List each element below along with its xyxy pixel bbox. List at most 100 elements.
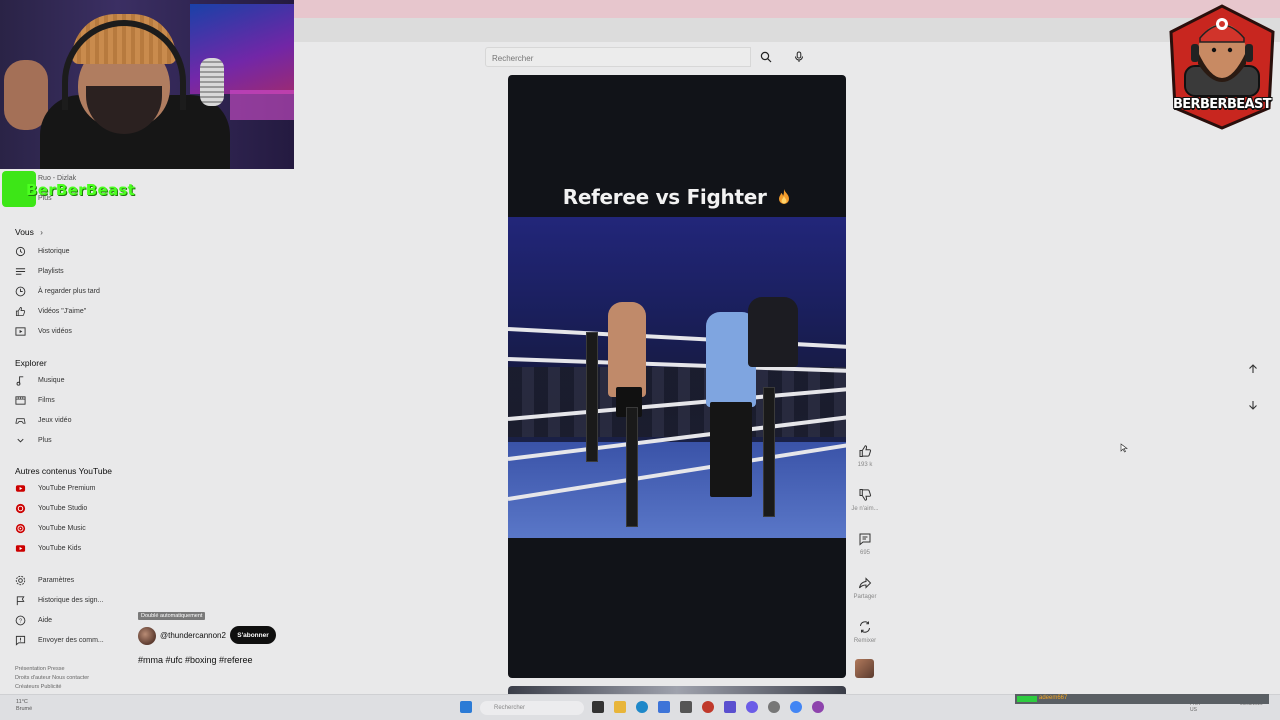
search-icon xyxy=(760,51,772,63)
sidebar-item-gaming[interactable]: Jeux vidéo xyxy=(14,412,134,428)
microphone-icon xyxy=(795,51,803,62)
sidebar-item-youtube-studio[interactable]: YouTube Studio xyxy=(14,500,134,516)
remix-icon xyxy=(860,621,870,633)
video-icon xyxy=(14,325,26,337)
sidebar-item-settings[interactable]: Paramètres xyxy=(14,572,134,588)
flag-icon xyxy=(14,594,26,606)
sidebar-item-history[interactable]: Historique xyxy=(14,243,134,259)
music-icon xyxy=(14,374,26,386)
sidebar-item-youtube-music[interactable]: YouTube Music xyxy=(14,520,134,536)
app-icon[interactable] xyxy=(680,701,692,713)
voice-search-button[interactable] xyxy=(787,47,811,67)
taskbar-search[interactable]: Rechercher xyxy=(480,701,584,715)
dislike-label: Je n'aim... xyxy=(851,506,879,512)
sidebar-item-label: Aide xyxy=(38,616,53,624)
chat-username: adeem667 xyxy=(1039,695,1068,701)
sidebar-item-report-history[interactable]: Historique des sign... xyxy=(14,592,134,608)
footer-links-line[interactable]: Droits d'auteur Nous contacter xyxy=(15,674,89,683)
sidebar-item-music[interactable]: Musique xyxy=(14,372,134,388)
playlist-icon xyxy=(14,265,26,277)
footer-links-line[interactable]: Présentation Presse xyxy=(15,665,89,674)
sidebar-section-more-youtube: Autres contenus YouTube xyxy=(15,466,113,476)
sidebar-item-label: À regarder plus tard xyxy=(38,287,100,295)
short-overlay-title: Referee vs Fighter xyxy=(508,185,846,209)
sidebar-item-label: YouTube Premium xyxy=(38,484,96,492)
clock-icon xyxy=(14,285,26,297)
channel-name[interactable]: @thundercannon2 xyxy=(160,631,226,640)
chrome-icon[interactable] xyxy=(790,701,802,713)
sound-thumbnail[interactable] xyxy=(855,659,874,678)
taskbar-search-placeholder: Rechercher xyxy=(494,705,526,711)
sidebar-item-label: YouTube Studio xyxy=(38,504,88,512)
task-view-icon[interactable] xyxy=(592,701,604,713)
search-input[interactable] xyxy=(486,49,750,68)
video-frame xyxy=(508,217,846,538)
sidebar-item-liked-videos[interactable]: Vidéos "J'aime" xyxy=(14,303,134,319)
game-app-icon[interactable] xyxy=(702,701,714,713)
subscription-item[interactable]: Ruo - Dizlak xyxy=(38,175,76,182)
thumb-up-icon xyxy=(859,445,872,457)
sidebar-item-label: Historique xyxy=(38,247,70,255)
previous-short-button[interactable] xyxy=(1244,360,1262,378)
app-m-icon[interactable] xyxy=(724,701,736,713)
sidebar-item-youtube-premium[interactable]: YouTube Premium xyxy=(14,480,134,496)
sidebar-item-youtube-kids[interactable]: YouTube Kids xyxy=(14,540,134,556)
sidebar-item-label: Films xyxy=(38,396,55,404)
search-button[interactable] xyxy=(752,47,780,67)
cameraman-figure xyxy=(748,297,798,367)
remix-label: Remixer xyxy=(853,638,877,644)
weather-condition: Brumé xyxy=(16,706,33,712)
subscribe-button[interactable]: S'abonner xyxy=(230,626,276,644)
footer-links[interactable]: Présentation Presse Droits d'auteur Nous… xyxy=(15,665,89,692)
comment-icon xyxy=(859,533,871,546)
sidebar-item-label: Paramètres xyxy=(38,576,75,584)
sidebar-item-watch-later[interactable]: À regarder plus tard xyxy=(14,283,134,299)
remix-button[interactable]: Remixer xyxy=(850,620,880,644)
like-button[interactable]: 193 k xyxy=(850,444,880,468)
next-short-button[interactable] xyxy=(1244,396,1262,414)
short-title-text: Referee vs Fighter xyxy=(562,185,767,209)
subscription-more[interactable]: Plus xyxy=(38,195,52,202)
streamer-mascot-logo: BERBERBEAST xyxy=(1165,4,1279,130)
gamepad-icon xyxy=(14,414,26,426)
weather-widget[interactable]: 11°C Brumé xyxy=(16,699,32,713)
gear-icon xyxy=(14,574,26,586)
footer-links-line[interactable]: Créateurs Publicité xyxy=(15,683,89,692)
sidebar-item-films[interactable]: Films xyxy=(14,392,134,408)
comments-button[interactable]: 695 xyxy=(850,532,880,556)
discord-icon[interactable] xyxy=(746,701,758,713)
help-icon: ? xyxy=(14,614,26,626)
sidebar-item-send-feedback[interactable]: Envoyer des comm... xyxy=(14,632,134,648)
arrow-down-icon xyxy=(1249,401,1257,410)
file-explorer-icon[interactable] xyxy=(614,701,626,713)
sidebar-section-you[interactable]: Vous › xyxy=(15,227,43,237)
mascot-name: BERBERBEAST xyxy=(1172,97,1272,112)
sidebar-item-label: Musique xyxy=(38,376,65,384)
settings-app-icon[interactable] xyxy=(768,701,780,713)
edge-browser-icon[interactable] xyxy=(636,701,648,713)
svg-text:?: ? xyxy=(18,618,21,624)
youtube-kids-icon xyxy=(14,542,26,554)
dislike-button[interactable]: Je n'aim... xyxy=(850,488,880,512)
share-button[interactable]: Partager xyxy=(850,576,880,600)
sidebar-item-help[interactable]: ? Aide xyxy=(14,612,134,628)
fighter-figure xyxy=(608,302,646,397)
next-short-preview[interactable] xyxy=(508,686,846,694)
search-box xyxy=(485,47,751,68)
streamer-webcam xyxy=(0,0,294,169)
store-icon[interactable] xyxy=(658,701,670,713)
sidebar-item-more[interactable]: Plus xyxy=(14,432,134,448)
arrow-up-icon xyxy=(1249,364,1257,373)
sidebar-item-your-videos[interactable]: Vos vidéos xyxy=(14,323,134,339)
sidebar-section-explore: Explorer xyxy=(15,358,47,368)
short-hashtags[interactable]: #mma #ufc #boxing #referee xyxy=(138,655,253,665)
film-icon xyxy=(14,394,26,406)
shorts-video-player[interactable]: Referee vs Fighter xyxy=(508,75,846,678)
youtube-studio-icon xyxy=(14,502,26,514)
windows-start-icon[interactable] xyxy=(460,701,472,713)
sidebar-item-playlists[interactable]: Playlists xyxy=(14,263,134,279)
avatar[interactable] xyxy=(138,627,156,645)
chat-badge-icon xyxy=(1017,696,1037,702)
share-icon xyxy=(859,577,872,589)
app-extra-icon[interactable] xyxy=(812,701,824,713)
